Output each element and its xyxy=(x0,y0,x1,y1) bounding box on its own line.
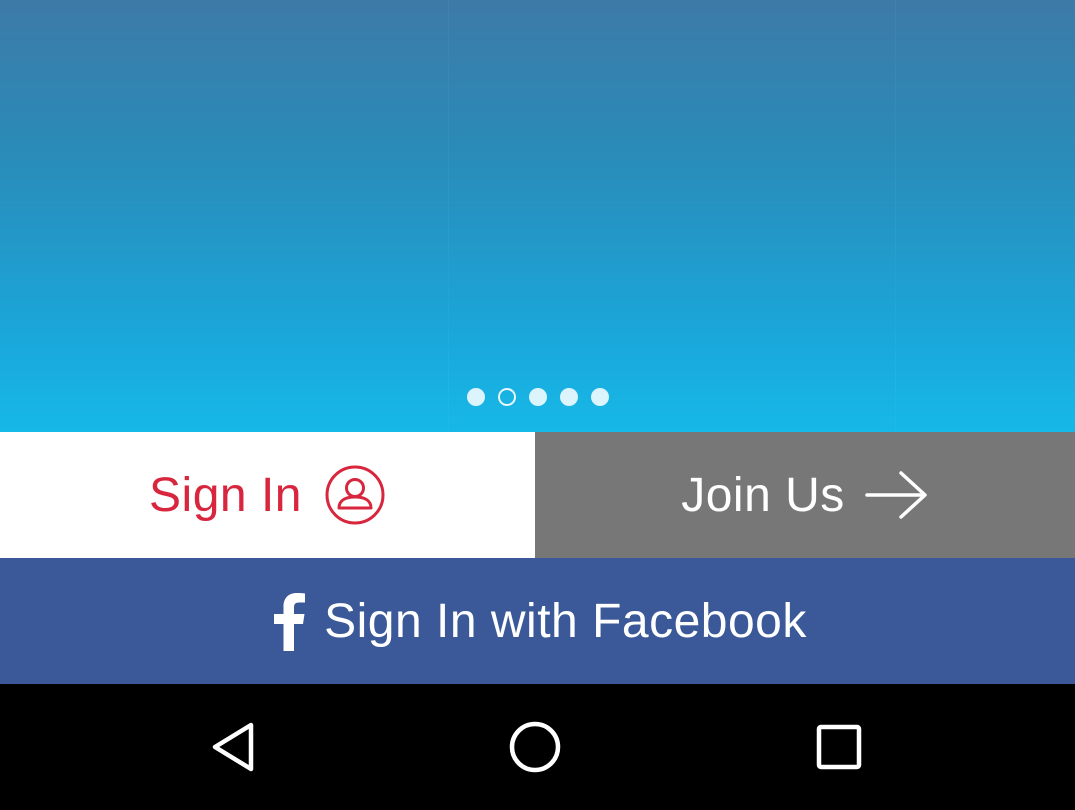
nav-home-button[interactable] xyxy=(505,717,565,777)
auth-button-row: Sign In Join Us xyxy=(0,432,1075,558)
user-circle-icon xyxy=(324,464,386,526)
arrow-right-icon xyxy=(865,469,929,521)
nav-back-button[interactable] xyxy=(203,717,263,777)
facebook-label: Sign In with Facebook xyxy=(324,594,807,648)
nav-recents-button[interactable] xyxy=(809,717,869,777)
carousel-dot[interactable] xyxy=(528,388,547,406)
hero-carousel[interactable] xyxy=(0,0,1075,432)
onboarding-screen: Sign In Join Us Sign In with Facebook xyxy=(0,0,1075,810)
carousel-dot[interactable] xyxy=(590,388,609,406)
hero-divider xyxy=(448,0,449,432)
back-triangle-icon xyxy=(209,721,257,773)
carousel-dot-active[interactable] xyxy=(497,388,516,406)
sign-in-label: Sign In xyxy=(149,468,302,522)
facebook-icon xyxy=(268,591,308,651)
carousel-dot[interactable] xyxy=(559,388,578,406)
carousel-dot[interactable] xyxy=(466,388,485,406)
join-us-label: Join Us xyxy=(681,468,845,522)
join-us-button[interactable]: Join Us xyxy=(535,432,1075,558)
carousel-indicator xyxy=(0,386,1075,408)
sign-in-button[interactable]: Sign In xyxy=(0,432,535,558)
android-nav-bar xyxy=(0,684,1075,810)
recents-square-icon xyxy=(815,723,863,771)
facebook-sign-in-button[interactable]: Sign In with Facebook xyxy=(0,558,1075,684)
hero-divider xyxy=(895,0,896,432)
home-circle-icon xyxy=(508,720,562,774)
